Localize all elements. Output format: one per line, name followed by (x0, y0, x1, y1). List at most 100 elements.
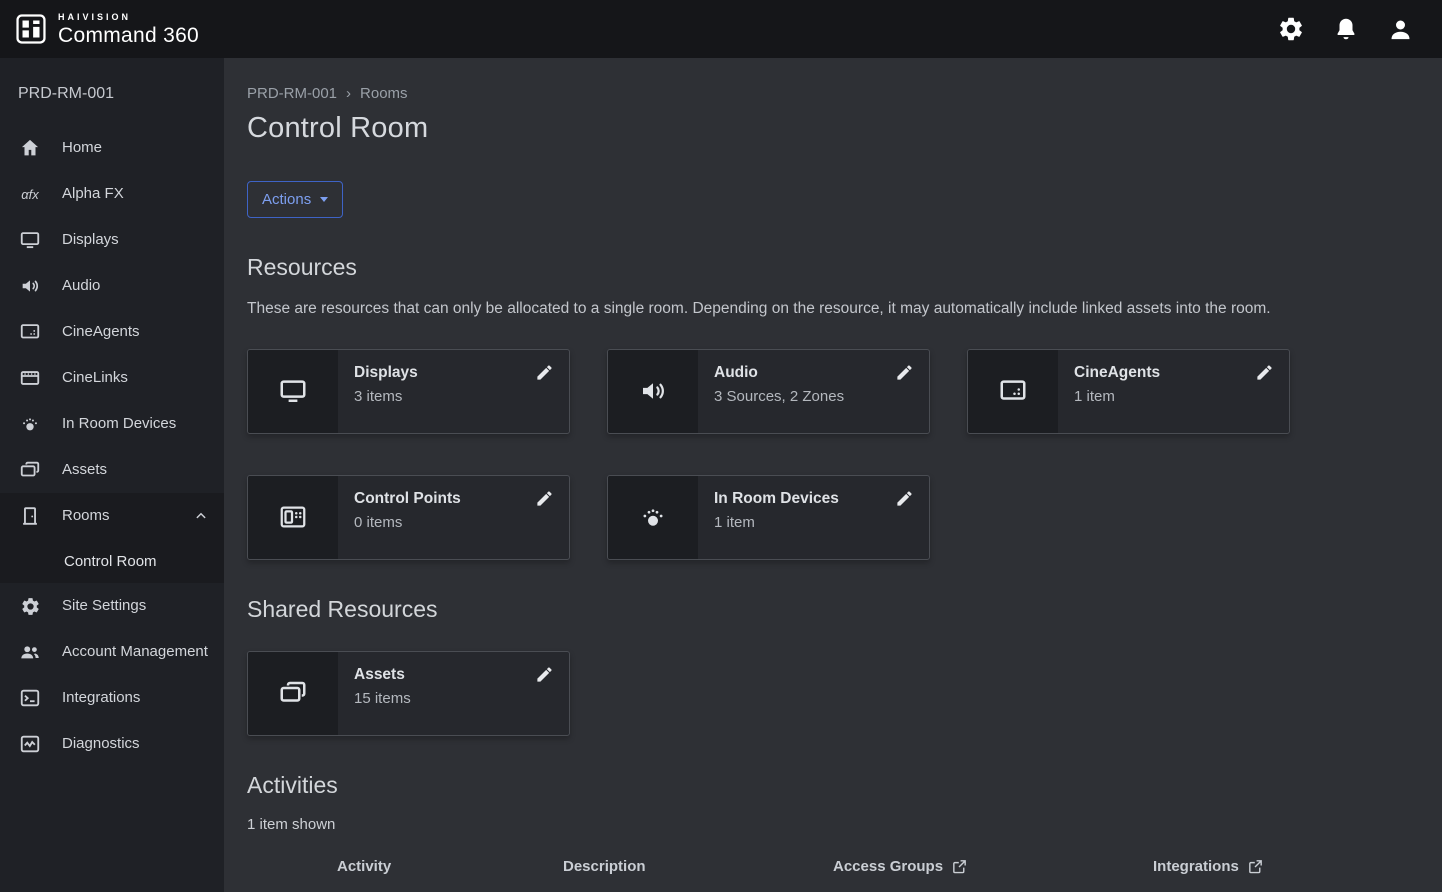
topbar: HAIVISION Command 360 (0, 0, 1442, 58)
sidebar-item-label: Assets (62, 454, 210, 486)
sidebar-item-label: Rooms (62, 500, 172, 532)
sidebar-item-account-management[interactable]: Account Management (0, 629, 224, 675)
sidebar-item-home[interactable]: Home (0, 125, 224, 171)
resource-card-cineagents: CineAgents 1 item (967, 349, 1290, 434)
sidebar-item-diagnostics[interactable]: Diagnostics (0, 721, 224, 767)
notifications-bell-icon[interactable] (1333, 16, 1359, 42)
sidebar-item-label: Account Management (62, 636, 210, 668)
external-link-icon[interactable] (951, 858, 968, 875)
card-title: CineAgents (1074, 364, 1273, 382)
diagnostics-icon (18, 733, 42, 755)
column-activity: Activity (337, 858, 563, 875)
audio-icon (18, 275, 42, 297)
main-content: PRD-RM-001 › Rooms Control Room Actions … (224, 58, 1442, 892)
brand-name: HAIVISION (58, 13, 199, 22)
column-integrations-label: Integrations (1153, 858, 1239, 875)
sidebar-item-audio[interactable]: Audio (0, 263, 224, 309)
sidebar-item-integrations[interactable]: Integrations (0, 675, 224, 721)
cineagents-icon (968, 350, 1058, 433)
sidebar-nav: Home αfx Alpha FX Displays Audio CineAge… (0, 125, 224, 767)
breadcrumb-parent[interactable]: PRD-RM-001 (247, 85, 337, 102)
sidebar-item-displays[interactable]: Displays (0, 217, 224, 263)
actions-button[interactable]: Actions (247, 181, 343, 218)
sidebar-item-label: Site Settings (62, 590, 210, 622)
caret-down-icon (320, 197, 328, 202)
in-room-devices-icon (608, 476, 698, 559)
control-points-icon (248, 476, 338, 559)
column-description: Description (563, 858, 833, 875)
sidebar-item-label: Audio (62, 270, 210, 302)
edit-pencil-icon[interactable] (1255, 363, 1274, 382)
assets-icon (248, 652, 338, 735)
card-subtitle: 0 items (354, 514, 553, 531)
user-account-icon[interactable] (1387, 16, 1414, 43)
resource-card-displays: Displays 3 items (247, 349, 570, 434)
edit-pencil-icon[interactable] (535, 489, 554, 508)
in-room-devices-icon (18, 413, 42, 435)
activities-table-header: Activity Description Access Groups Integ… (247, 845, 1416, 889)
card-title: Audio (714, 364, 913, 382)
haivision-logo-icon (14, 12, 48, 46)
integrations-terminal-icon (18, 687, 42, 709)
card-subtitle: 15 items (354, 690, 553, 707)
sidebar: PRD-RM-001 Home αfx Alpha FX Displays Au… (0, 58, 224, 892)
breadcrumb: PRD-RM-001 › Rooms (247, 85, 1416, 102)
sidebar-item-cinelinks[interactable]: CineLinks (0, 355, 224, 401)
sidebar-item-site-settings[interactable]: Site Settings (0, 583, 224, 629)
edit-pencil-icon[interactable] (895, 489, 914, 508)
breadcrumb-current: Rooms (360, 85, 408, 102)
card-subtitle: 1 item (714, 514, 913, 531)
sidebar-item-label: CineLinks (62, 362, 210, 394)
sidebar-item-label: Displays (62, 224, 210, 256)
sidebar-rooms-group: Rooms Control Room (0, 493, 224, 583)
card-title: Displays (354, 364, 553, 382)
home-icon (18, 137, 42, 159)
shared-card-assets: Assets 15 items (247, 651, 570, 736)
edit-pencil-icon[interactable] (535, 665, 554, 684)
page-title: Control Room (247, 112, 1416, 145)
card-title: Control Points (354, 490, 553, 508)
sidebar-item-cineagents[interactable]: CineAgents (0, 309, 224, 355)
shared-resources-heading: Shared Resources (247, 596, 1416, 623)
resources-card-grid: Displays 3 items Audio 3 Sources, 2 Zone… (247, 349, 1347, 560)
alpha-fx-icon: αfx (18, 187, 42, 202)
settings-icon[interactable] (1277, 15, 1305, 43)
sidebar-item-label: Alpha FX (62, 178, 210, 210)
edit-pencil-icon[interactable] (895, 363, 914, 382)
card-subtitle: 3 Sources, 2 Zones (714, 388, 913, 405)
card-title: Assets (354, 666, 553, 684)
resource-card-control-points: Control Points 0 items (247, 475, 570, 560)
activities-heading: Activities (247, 772, 1416, 799)
assets-icon (18, 459, 42, 481)
displays-icon (18, 229, 42, 251)
resources-description: These are resources that can only be all… (247, 297, 1397, 320)
column-access-groups-label: Access Groups (833, 858, 943, 875)
card-title: In Room Devices (714, 490, 913, 508)
external-link-icon[interactable] (1247, 858, 1264, 875)
audio-speaker-icon (608, 350, 698, 433)
sidebar-item-alpha-fx[interactable]: αfx Alpha FX (0, 171, 224, 217)
sidebar-item-label: Diagnostics (62, 728, 210, 760)
sidebar-item-assets[interactable]: Assets (0, 447, 224, 493)
edit-pencil-icon[interactable] (535, 363, 554, 382)
sidebar-item-label: Integrations (62, 682, 210, 714)
rooms-icon (18, 505, 42, 527)
resource-card-in-room-devices: In Room Devices 1 item (607, 475, 930, 560)
site-label: PRD-RM-001 (0, 58, 224, 125)
shared-resources-card-grid: Assets 15 items (247, 651, 1347, 736)
sidebar-item-rooms[interactable]: Rooms (0, 493, 224, 539)
sidebar-item-in-room-devices[interactable]: In Room Devices (0, 401, 224, 447)
activities-count: 1 item shown (247, 816, 1416, 833)
chevron-up-icon (192, 507, 210, 525)
sidebar-item-label: In Room Devices (62, 408, 210, 440)
column-integrations: Integrations (1153, 858, 1416, 875)
activities-table: Activity Description Access Groups Integ… (247, 845, 1416, 892)
card-subtitle: 1 item (1074, 388, 1273, 405)
site-settings-gear-icon (18, 596, 42, 617)
cineagents-icon (18, 321, 42, 343)
card-subtitle: 3 items (354, 388, 553, 405)
brand-logo[interactable]: HAIVISION Command 360 (14, 12, 199, 46)
sidebar-item-label: Home (62, 132, 210, 164)
sidebar-item-control-room[interactable]: Control Room (0, 539, 224, 583)
product-name: Command 360 (58, 25, 199, 46)
